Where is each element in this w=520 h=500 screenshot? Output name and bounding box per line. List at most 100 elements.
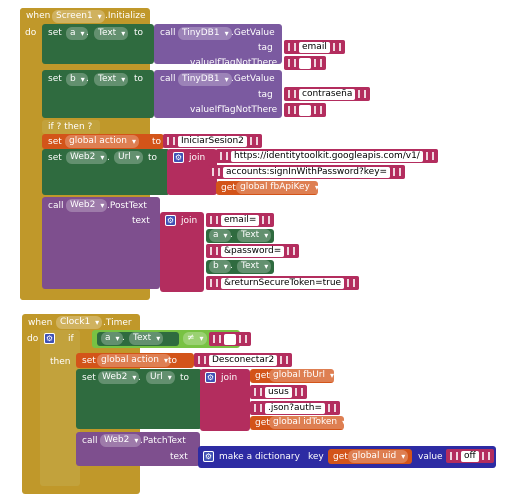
url-string-1[interactable]: https://identitytoolkit.googleapis.com/v… [216, 149, 438, 163]
dot: . [138, 373, 141, 383]
url-string-2[interactable]: accounts:signInWithPassword?key= [208, 165, 406, 179]
get-label: get [255, 418, 270, 428]
do-label: do [27, 334, 39, 344]
get-label: get [221, 183, 236, 193]
off-string[interactable]: off [446, 449, 494, 463]
gear-icon[interactable]: ⚙ [203, 451, 214, 462]
dot: . [230, 261, 233, 271]
web2-dropdown[interactable]: Web2 [100, 434, 142, 447]
fbapikey-dropdown[interactable]: global fbApiKey [236, 181, 322, 194]
dot: . [107, 153, 110, 163]
set-label: set [48, 153, 62, 163]
initialize-label: .Initialize [105, 11, 146, 21]
web2-dropdown[interactable]: Web2 [66, 199, 108, 212]
text-prop-dropdown[interactable]: Text [237, 260, 272, 273]
gear-icon[interactable]: ⚙ [205, 372, 216, 383]
set-label: set [48, 28, 62, 38]
when-label: when [28, 318, 53, 328]
gear-icon[interactable]: ⚙ [165, 215, 176, 226]
value-if-tag-not-there-label: valueIfTagNotThere [190, 105, 278, 115]
if-then-control[interactable] [40, 330, 80, 486]
text-prop-dropdown[interactable]: Text [237, 229, 272, 242]
set-label: set [82, 373, 96, 383]
to-label: to [148, 153, 158, 163]
text-prop-dropdown[interactable]: Text [129, 332, 164, 345]
to-label: to [134, 28, 144, 38]
dot: . [122, 333, 125, 343]
desconectar-string[interactable]: Desconectar2 [194, 353, 293, 367]
iniciar-sesion-string[interactable]: IniciarSesion2 [163, 134, 262, 148]
empty-string-1[interactable] [284, 56, 326, 70]
do-label: do [25, 28, 37, 38]
text-label: text [132, 216, 150, 226]
if-then-label: if ? then ? [48, 122, 93, 132]
join-label: join [189, 153, 206, 163]
screen1-dropdown[interactable]: Screen1 [52, 10, 105, 23]
empty-string-3[interactable] [209, 332, 251, 346]
b-dropdown[interactable]: b [66, 73, 88, 86]
email-string[interactable]: email [284, 40, 345, 54]
contrasena-string[interactable]: contraseña [284, 87, 371, 101]
to-label: to [152, 137, 162, 147]
get-label: get [255, 371, 270, 381]
call-label: call [160, 74, 176, 84]
gear-icon[interactable]: ⚙ [173, 152, 184, 163]
global-action-dropdown[interactable]: global action [65, 135, 140, 148]
tag-label: tag [258, 43, 273, 53]
when-label: when [26, 11, 51, 21]
tinydb1-dropdown[interactable]: TinyDB1 [178, 27, 232, 40]
return-secure-token-string[interactable]: &returnSecureToken=true [206, 276, 360, 290]
text-label: text [170, 452, 188, 462]
empty-string-2[interactable] [284, 103, 326, 117]
call-label: call [48, 201, 64, 211]
a-dropdown[interactable]: a [101, 332, 123, 345]
timer-label: .Timer [103, 318, 132, 328]
getvalue-label: .GetValue [231, 28, 275, 38]
tinydb1-dropdown[interactable]: TinyDB1 [178, 73, 232, 86]
value-if-tag-not-there-label: valueIfTagNotThere [190, 58, 278, 68]
make-dictionary-label: make a dictionary [219, 452, 300, 462]
set-label: set [48, 74, 62, 84]
dot: . [230, 230, 233, 240]
patchtext-label: .PatchText [140, 436, 186, 446]
text-prop-dropdown[interactable]: Text [94, 73, 129, 86]
b-dropdown[interactable]: b [209, 260, 231, 273]
value-label: value [418, 452, 443, 462]
get-label: get [333, 452, 348, 462]
clock1-dropdown[interactable]: Clock1 [56, 316, 103, 329]
a-dropdown[interactable]: a [209, 229, 231, 242]
password-eq-string[interactable]: &password= [206, 244, 300, 258]
join-label: join [221, 373, 238, 383]
call-label: call [160, 28, 176, 38]
json-auth-string[interactable]: .json?auth= [250, 401, 341, 415]
global-action-dropdown[interactable]: global action [97, 354, 172, 367]
text-prop-dropdown[interactable]: Text [94, 27, 129, 40]
call-label: call [82, 436, 98, 446]
tag-label: tag [258, 90, 273, 100]
usus-string[interactable]: usus [250, 385, 307, 399]
url-prop-dropdown[interactable]: Url [114, 151, 143, 164]
key-label: key [308, 452, 324, 462]
set-label: set [48, 137, 62, 147]
set-label: set [82, 356, 96, 366]
to-label: to [168, 356, 178, 366]
dot: . [86, 28, 89, 38]
a-dropdown[interactable]: a [66, 27, 88, 40]
to-label: to [134, 74, 144, 84]
email-eq-string[interactable]: email= [206, 213, 275, 227]
idtoken-dropdown[interactable]: global idToken [269, 416, 350, 429]
then-label: then [50, 357, 71, 367]
url-prop-dropdown[interactable]: Url [146, 371, 175, 384]
dot: . [86, 74, 89, 84]
if-label: if [68, 334, 74, 344]
join-label: join [181, 216, 198, 226]
gear-icon[interactable]: ⚙ [44, 333, 55, 344]
posttext-label: .PostText [107, 201, 147, 211]
web2-dropdown[interactable]: Web2 [98, 371, 140, 384]
web2-dropdown[interactable]: Web2 [66, 151, 108, 164]
to-label: to [180, 373, 190, 383]
uid-dropdown[interactable]: global uid [348, 450, 409, 463]
fburl-dropdown[interactable]: global fbUrl [269, 369, 337, 382]
getvalue-label: .GetValue [231, 74, 275, 84]
neq-operator-dropdown[interactable]: ≠ [183, 332, 207, 345]
